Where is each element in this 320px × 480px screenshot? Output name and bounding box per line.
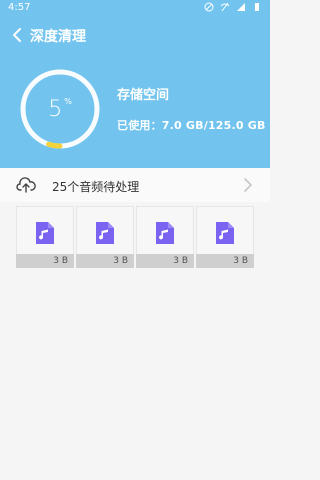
file-size-label: 3 B xyxy=(196,254,254,268)
music-file-icon xyxy=(96,222,114,244)
chevron-right-icon[interactable] xyxy=(242,178,254,192)
page-title: 深度清理 xyxy=(30,29,86,45)
status-bar: 4:57 xyxy=(0,0,270,18)
file-size-label: 3 B xyxy=(16,254,74,268)
audio-section-row[interactable]: 25个音频待处理 xyxy=(0,168,270,202)
status-icons xyxy=(204,2,262,12)
audio-file-thumbnail[interactable]: 3 B xyxy=(76,206,134,268)
music-file-icon xyxy=(156,222,174,244)
audio-pending-label: 25个音频待处理 xyxy=(52,180,140,194)
back-icon[interactable] xyxy=(10,27,26,43)
file-size-label: 3 B xyxy=(136,254,194,268)
audio-file-thumbnail[interactable]: 3 B xyxy=(16,206,74,268)
header: 深度清理 5 % 存储空间 已使用：7.0 GB/125.0 GB xyxy=(0,18,270,168)
storage-title: 存储空间 xyxy=(117,88,170,103)
storage-percent-value: 5 xyxy=(48,96,63,122)
music-file-icon xyxy=(36,222,54,244)
file-size-label: 3 B xyxy=(76,254,134,268)
cloud-upload-icon xyxy=(16,177,36,193)
storage-used: 已使用：7.0 GB/125.0 GB xyxy=(117,119,266,132)
storage-percent: 5 % xyxy=(18,67,102,151)
wifi-off-icon xyxy=(220,2,230,12)
storage-percent-symbol: % xyxy=(64,96,72,106)
status-time: 4:57 xyxy=(8,2,31,13)
content-panel: 25个音频待处理 3 B 3 B 3 B 3 B xyxy=(0,168,270,480)
music-file-icon xyxy=(216,222,234,244)
audio-file-list: 3 B 3 B 3 B 3 B xyxy=(16,206,254,268)
signal-icon xyxy=(237,3,245,11)
audio-file-thumbnail[interactable]: 3 B xyxy=(136,206,194,268)
audio-file-thumbnail[interactable]: 3 B xyxy=(196,206,254,268)
dnd-icon xyxy=(204,2,214,12)
battery-icon xyxy=(255,3,259,11)
